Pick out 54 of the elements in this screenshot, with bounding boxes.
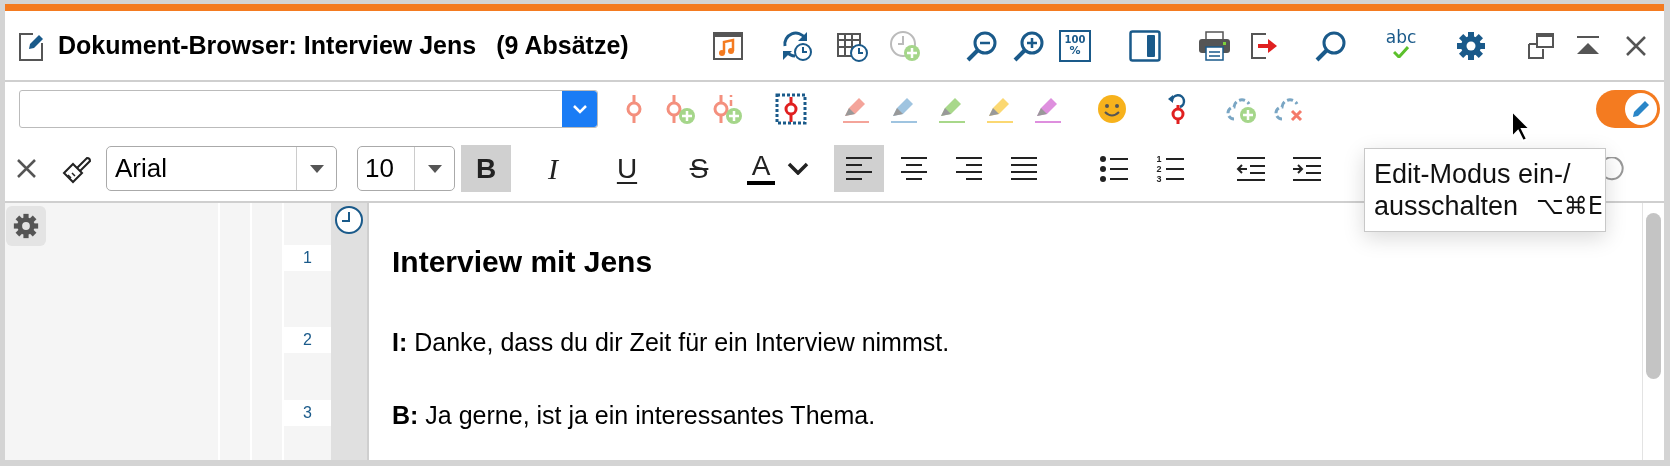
bold-button[interactable]: B — [461, 145, 511, 192]
code-marker-icon[interactable] — [624, 93, 644, 125]
code-marker-add-icon[interactable] — [664, 93, 696, 125]
align-right-icon — [954, 154, 984, 183]
strikethrough-button[interactable]: S — [674, 145, 724, 192]
align-left-icon — [844, 154, 874, 183]
font-dropdown[interactable]: Arial — [106, 146, 337, 191]
settings-button[interactable] — [6, 206, 46, 246]
search-icon[interactable] — [1315, 29, 1347, 62]
zoom-reset-button[interactable]: 100 % — [1059, 29, 1091, 62]
checkmark-icon — [1393, 45, 1409, 58]
smiley-icon[interactable] — [1097, 94, 1127, 124]
close-icon[interactable] — [16, 158, 37, 179]
music-note-icon[interactable] — [712, 29, 744, 62]
printer-icon[interactable] — [1198, 29, 1231, 62]
italic-button[interactable]: I — [528, 145, 578, 192]
bullet-list-icon[interactable] — [1099, 153, 1129, 184]
pencil-icon — [1631, 99, 1651, 119]
chevron-down-icon — [572, 104, 587, 114]
edit-document-icon — [19, 30, 43, 61]
sync-clock-icon[interactable] — [781, 29, 813, 62]
caret-icon — [427, 164, 442, 173]
panel-layout-icon[interactable] — [1129, 29, 1161, 62]
paragraph-number: 2 — [284, 327, 331, 353]
paragraph-text: I: Danke, dass du dir Zeit für ein Interview nimmst. — [392, 329, 951, 355]
close-icon[interactable] — [1625, 34, 1647, 57]
paragraph-number: 3 — [284, 400, 331, 426]
tooltip-text: ausschalten — [1374, 190, 1519, 222]
zoom-in-icon[interactable] — [1013, 29, 1045, 62]
caret-icon — [309, 164, 324, 173]
paragraph-text: B: Ja gerne, ist ja ein interessantes Thema. — [392, 402, 877, 428]
spellcheck-button[interactable]: abc — [1384, 28, 1418, 63]
window-title: Dokument-Browser: Interview Jens — [58, 29, 477, 61]
font-size-dropdown[interactable]: 10 — [357, 146, 455, 191]
settings-icon[interactable] — [1456, 30, 1486, 61]
zoom-out-icon[interactable] — [966, 29, 998, 62]
code-marker-info-add-icon[interactable] — [711, 93, 743, 125]
paragraph-count: (9 Absätze) — [496, 29, 629, 61]
font-color-button[interactable]: A — [747, 152, 809, 185]
underline-button[interactable]: U — [602, 145, 652, 192]
keyboard-shortcut: ⌥⌘E — [1536, 191, 1603, 222]
clock-icon[interactable] — [334, 205, 364, 235]
paragraph-number: 1 — [284, 245, 331, 271]
align-justify-icon — [1009, 154, 1039, 183]
chevron-down-icon — [787, 162, 809, 175]
scrollbar-thumb[interactable] — [1646, 213, 1661, 379]
restore-window-icon[interactable] — [1527, 31, 1555, 60]
code-selection-icon[interactable] — [775, 93, 807, 125]
align-left-button[interactable] — [834, 145, 884, 192]
tooltip-text: Edit-Modus ein-/ — [1374, 158, 1572, 190]
code-dropdown[interactable] — [19, 90, 598, 128]
align-center-icon — [899, 154, 929, 183]
document-heading: Interview mit Jens — [392, 247, 654, 277]
edit-mode-toggle[interactable] — [1596, 90, 1660, 128]
